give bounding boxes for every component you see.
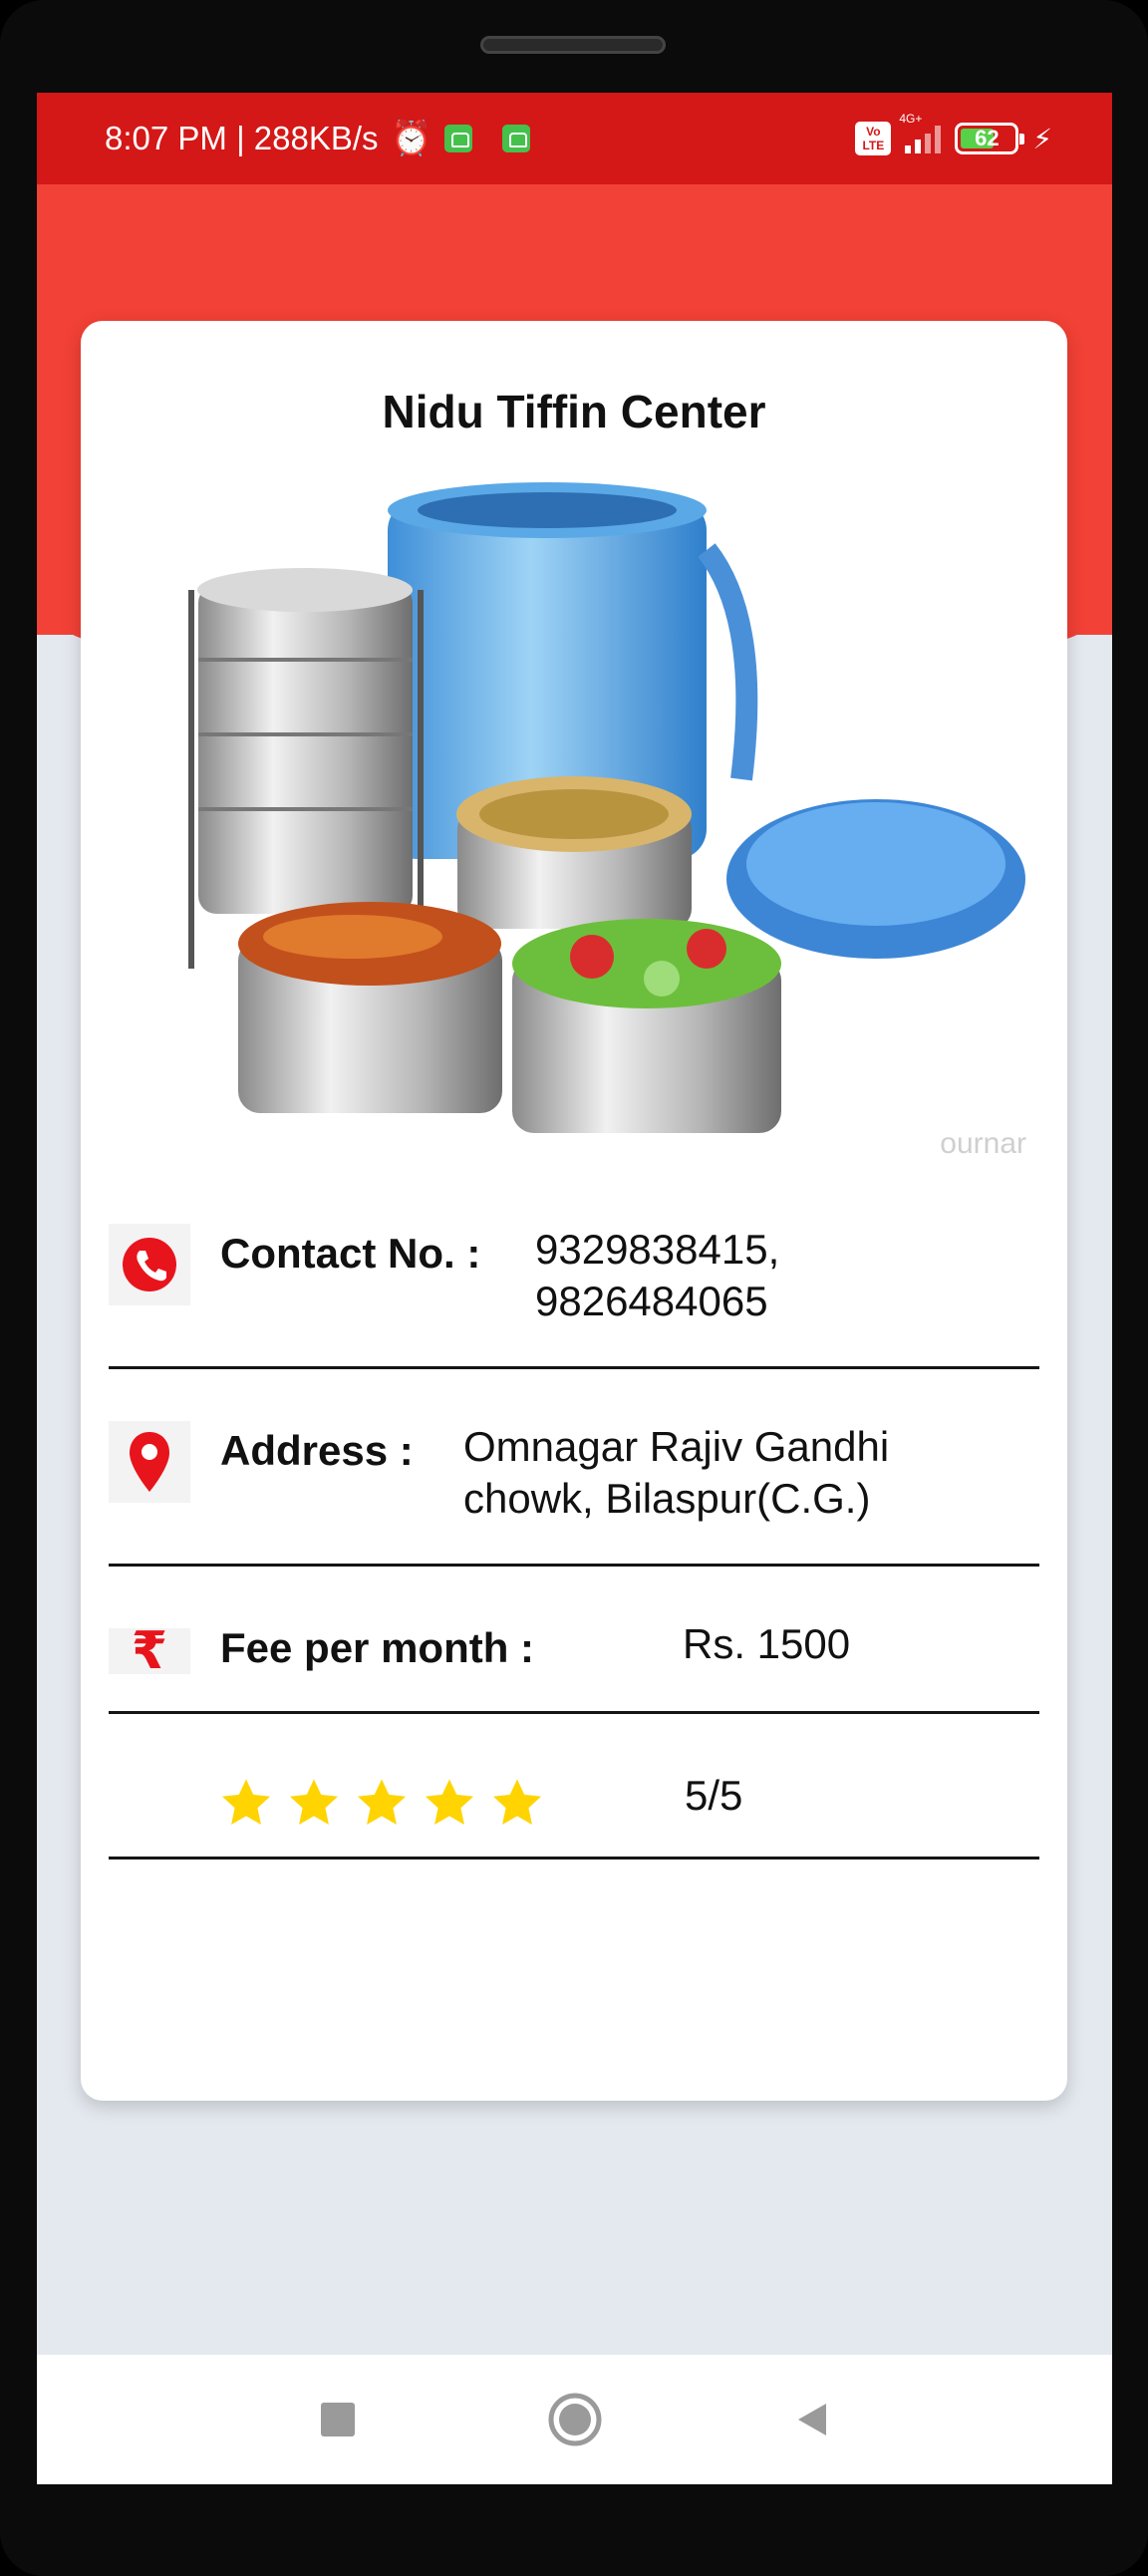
signal-icon: 4G+ — [899, 112, 942, 153]
rating-stars — [218, 1776, 545, 1832]
home-icon[interactable] — [543, 2388, 607, 2451]
contact-number-2[interactable]: 9826484065 — [535, 1276, 779, 1327]
status-left: 8:07 PM | 288KB/s ⏰ — [105, 93, 530, 184]
rating-row: 5/5 — [109, 1714, 1039, 1860]
phone-frame: 8:07 PM | 288KB/s ⏰ Vo LTE 4G+ 62 ⚡ Nidu… — [0, 0, 1148, 2576]
address-line-1: Omnagar Rajiv Gandhi — [463, 1423, 890, 1470]
address-row: Address : Omnagar Rajiv Gandhi chowk, Bi… — [109, 1421, 1039, 1567]
app-notification-icon — [501, 125, 530, 152]
signal-bar — [935, 126, 942, 153]
image-watermark: ournar — [940, 1127, 1026, 1160]
navigation-bar — [37, 2355, 1112, 2484]
battery-percent: 62 — [975, 126, 1000, 150]
address-line-2: chowk, Bilaspur(C.G.) — [463, 1475, 871, 1522]
contact-value[interactable]: 9329838415, 9826484065 — [535, 1224, 779, 1327]
network-type: 4G+ — [899, 112, 923, 126]
screen: 8:07 PM | 288KB/s ⏰ Vo LTE 4G+ 62 ⚡ Nidu… — [37, 93, 1112, 2484]
volte-icon: Vo LTE — [855, 122, 892, 155]
card-title: Nidu Tiffin Center — [382, 386, 766, 437]
rupee-icon: ₹ — [109, 1625, 190, 1677]
tiffin-image: ournar — [124, 480, 1046, 1175]
fee-label: Fee per month : — [220, 1624, 535, 1671]
location-pin-icon — [109, 1421, 190, 1503]
fee-row: ₹ Fee per month : Rs. 1500 — [109, 1618, 1039, 1714]
contact-number-1[interactable]: 9329838415, — [535, 1224, 779, 1276]
fee-value: Rs. 1500 — [683, 1620, 851, 1667]
earpiece-speaker — [480, 36, 666, 54]
alarm-icon: ⏰ — [390, 120, 432, 157]
contact-row: Contact No. : 9329838415, 9826484065 — [109, 1224, 1039, 1369]
address-label: Address : — [220, 1427, 414, 1474]
back-icon[interactable] — [780, 2388, 844, 2451]
status-bar: 8:07 PM | 288KB/s ⏰ Vo LTE 4G+ 62 ⚡ — [37, 93, 1112, 184]
status-time-speed: 8:07 PM | 288KB/s — [105, 120, 379, 156]
star-icon — [221, 1779, 271, 1825]
rating-value: 5/5 — [685, 1772, 743, 1819]
star-icon — [492, 1779, 542, 1825]
contact-label: Contact No. : — [220, 1230, 481, 1277]
signal-bar — [915, 140, 922, 153]
phone-icon[interactable] — [109, 1224, 190, 1305]
address-value: Omnagar Rajiv Gandhi chowk, Bilaspur(C.G… — [463, 1421, 889, 1525]
battery-icon: 62 — [955, 123, 1025, 154]
star-icon — [425, 1779, 474, 1825]
signal-bar — [905, 145, 912, 153]
recent-apps-icon[interactable] — [306, 2388, 370, 2451]
signal-bar — [925, 134, 932, 153]
star-icon — [289, 1779, 339, 1825]
charging-icon: ⚡ — [1032, 123, 1052, 154]
tiffin-center-card: Nidu Tiffin Center ournar Contact No.: … — [81, 321, 1067, 2101]
status-right: Vo LTE 4G+ 62 ⚡ — [855, 93, 1052, 184]
star-icon — [357, 1779, 407, 1825]
app-notification-icon — [443, 125, 472, 152]
tiffin-illustration — [188, 482, 1025, 1133]
